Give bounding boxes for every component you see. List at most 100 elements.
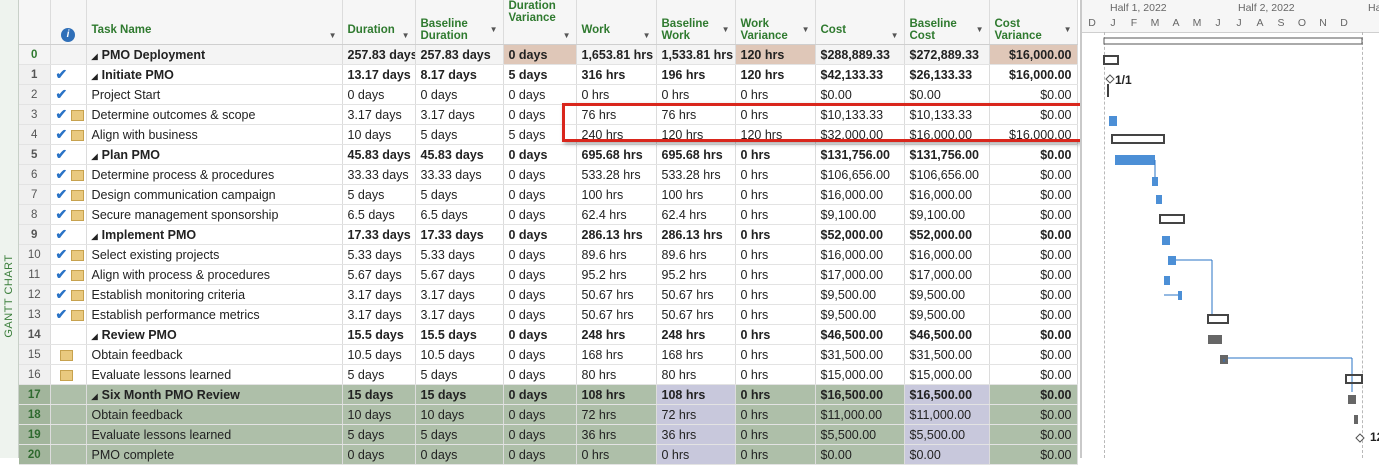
task-row[interactable]: 17 ◢ Six Month PMO Review 15 days 15 days 0 d… xyxy=(19,384,1078,405)
cell-wvar[interactable]: 0 hrs xyxy=(735,404,816,425)
cell-bwork[interactable]: 196 hrs xyxy=(656,64,736,85)
cell-work[interactable]: 50.67 hrs xyxy=(576,284,657,305)
row-number[interactable]: 19 xyxy=(19,424,51,445)
cell-wvar[interactable]: 0 hrs xyxy=(735,244,816,265)
collapse-triangle-icon[interactable]: ◢ xyxy=(92,152,98,161)
header-baseline-duration[interactable]: Baseline Duration ▼ xyxy=(415,0,504,45)
row-number[interactable]: 5 xyxy=(19,144,51,165)
cell-duration[interactable]: 45.83 days xyxy=(342,144,416,165)
cell-bcost[interactable]: $26,133.33 xyxy=(904,64,990,85)
cell-bwork[interactable]: 695.68 hrs xyxy=(656,144,736,165)
row-number[interactable]: 7 xyxy=(19,184,51,205)
dropdown-arrow-icon[interactable]: ▼ xyxy=(329,30,337,42)
cell-wvar[interactable]: 0 hrs xyxy=(735,224,816,245)
cell-bduration[interactable]: 5.67 days xyxy=(415,264,504,285)
cell-bcost[interactable]: $46,500.00 xyxy=(904,324,990,345)
cell-dvar[interactable]: 0 days xyxy=(503,404,577,425)
cell-duration[interactable]: 33.33 days xyxy=(342,164,416,185)
cell-duration[interactable]: 3.17 days xyxy=(342,284,416,305)
header-duration-variance[interactable]: Duration Variance ▼ xyxy=(503,0,577,45)
task-name-cell[interactable]: ◢ PMO Deployment xyxy=(86,44,343,65)
cell-duration[interactable]: 10.5 days xyxy=(342,344,416,365)
cell-wvar[interactable]: 0 hrs xyxy=(735,284,816,305)
cell-duration[interactable]: 13.17 days xyxy=(342,64,416,85)
cell-work[interactable]: 72 hrs xyxy=(576,404,657,425)
cell-cvar[interactable]: $0.00 xyxy=(989,304,1078,325)
cell-dvar[interactable]: 0 days xyxy=(503,224,577,245)
note-icon[interactable] xyxy=(71,170,85,182)
task-name-cell[interactable]: Select existing projects xyxy=(86,244,343,265)
cell-bwork[interactable]: 89.6 hrs xyxy=(656,244,736,265)
row-number[interactable]: 2 xyxy=(19,84,51,105)
task-name-cell[interactable]: ◢ Review PMO xyxy=(86,324,343,345)
cell-bduration[interactable]: 5.33 days xyxy=(415,244,504,265)
cell-bcost[interactable]: $9,500.00 xyxy=(904,284,990,305)
dropdown-arrow-icon[interactable]: ▼ xyxy=(1064,24,1072,36)
cell-work[interactable]: 533.28 hrs xyxy=(576,164,657,185)
task-row[interactable]: 7 ✔ Design communication campaign 5 days 5 d… xyxy=(19,184,1078,205)
cell-wvar[interactable]: 0 hrs xyxy=(735,104,816,125)
cell-bwork[interactable]: 80 hrs xyxy=(656,364,736,385)
collapse-triangle-icon[interactable]: ◢ xyxy=(92,52,98,61)
cell-dvar[interactable]: 0 days xyxy=(503,284,577,305)
row-number[interactable]: 18 xyxy=(19,404,51,425)
header-cost-variance[interactable]: Cost Variance ▼ xyxy=(989,0,1078,45)
cell-bduration[interactable]: 33.33 days xyxy=(415,164,504,185)
cell-bwork[interactable]: 286.13 hrs xyxy=(656,224,736,245)
cell-bduration[interactable]: 5 days xyxy=(415,364,504,385)
task-row[interactable]: 4 ✔ Align with business 10 days 5 days 5 days… xyxy=(19,124,1078,145)
cell-bwork[interactable]: 108 hrs xyxy=(656,384,736,405)
dropdown-arrow-icon[interactable]: ▼ xyxy=(802,24,810,36)
row-number[interactable]: 9 xyxy=(19,224,51,245)
task-name-cell[interactable]: Project Start xyxy=(86,84,343,105)
cell-cost[interactable]: $42,133.33 xyxy=(815,64,905,85)
task-name-cell[interactable]: Obtain feedback xyxy=(86,344,343,365)
task-name-cell[interactable]: Determine process & procedures xyxy=(86,164,343,185)
cell-duration[interactable]: 10 days xyxy=(342,124,416,145)
task-row[interactable]: 3 ✔ Determine outcomes & scope 3.17 days 3.1… xyxy=(19,104,1078,125)
task-row[interactable]: 5 ✔ ◢ Plan PMO 45.83 days 45.83 days 0 days 695… xyxy=(19,144,1078,165)
cell-cost[interactable]: $9,500.00 xyxy=(815,304,905,325)
cell-bcost[interactable]: $16,000.00 xyxy=(904,184,990,205)
cell-bcost[interactable]: $106,656.00 xyxy=(904,164,990,185)
dropdown-arrow-icon[interactable]: ▼ xyxy=(402,30,410,42)
row-number[interactable]: 16 xyxy=(19,364,51,385)
cell-bwork[interactable]: 168 hrs xyxy=(656,344,736,365)
cell-bwork[interactable]: 50.67 hrs xyxy=(656,304,736,325)
cell-bwork[interactable]: 72 hrs xyxy=(656,404,736,425)
cell-wvar[interactable]: 0 hrs xyxy=(735,324,816,345)
note-icon[interactable] xyxy=(71,270,85,282)
cell-bduration[interactable]: 10.5 days xyxy=(415,344,504,365)
cell-cvar[interactable]: $0.00 xyxy=(989,264,1078,285)
header-task-name[interactable]: Task Name ▼ xyxy=(86,0,343,45)
cell-work[interactable]: 80 hrs xyxy=(576,364,657,385)
cell-cost[interactable]: $0.00 xyxy=(815,444,905,465)
cell-bwork[interactable]: 0 hrs xyxy=(656,84,736,105)
header-work[interactable]: Work ▼ xyxy=(576,0,657,45)
cell-wvar[interactable]: 0 hrs xyxy=(735,364,816,385)
task-name-cell[interactable]: Design communication campaign xyxy=(86,184,343,205)
task-row[interactable]: 8 ✔ Secure management sponsorship 6.5 days 6… xyxy=(19,204,1078,225)
cell-work[interactable]: 108 hrs xyxy=(576,384,657,405)
cell-dvar[interactable]: 0 days xyxy=(503,424,577,445)
cell-cost[interactable]: $16,500.00 xyxy=(815,384,905,405)
cell-work[interactable]: 95.2 hrs xyxy=(576,264,657,285)
cell-wvar[interactable]: 120 hrs xyxy=(735,124,816,145)
collapse-triangle-icon[interactable]: ◢ xyxy=(92,392,98,401)
cell-bcost[interactable]: $17,000.00 xyxy=(904,264,990,285)
task-name-cell[interactable]: ◢ Plan PMO xyxy=(86,144,343,165)
cell-cvar[interactable]: $0.00 xyxy=(989,224,1078,245)
task-row[interactable]: 2 ✔ Project Start 0 days 0 days 0 days 0 hrs 0 … xyxy=(19,84,1078,105)
task-name-cell[interactable]: ◢ Six Month PMO Review xyxy=(86,384,343,405)
cell-wvar[interactable]: 0 hrs xyxy=(735,264,816,285)
task-name-cell[interactable]: Secure management sponsorship xyxy=(86,204,343,225)
cell-cost[interactable]: $288,889.33 xyxy=(815,44,905,65)
cell-wvar[interactable]: 0 hrs xyxy=(735,204,816,225)
cell-dvar[interactable]: 0 days xyxy=(503,444,577,465)
task-row[interactable]: 15 Obtain feedback 10.5 days 10.5 days 0 day… xyxy=(19,344,1078,365)
task-row[interactable]: 14 ◢ Review PMO 15.5 days 15.5 days 0 days 248… xyxy=(19,324,1078,345)
cell-duration[interactable]: 5.67 days xyxy=(342,264,416,285)
cell-work[interactable]: 89.6 hrs xyxy=(576,244,657,265)
cell-cvar[interactable]: $0.00 xyxy=(989,164,1078,185)
task-row[interactable]: 1 ✔ ◢ Initiate PMO 13.17 days 8.17 days 5 days… xyxy=(19,64,1078,85)
